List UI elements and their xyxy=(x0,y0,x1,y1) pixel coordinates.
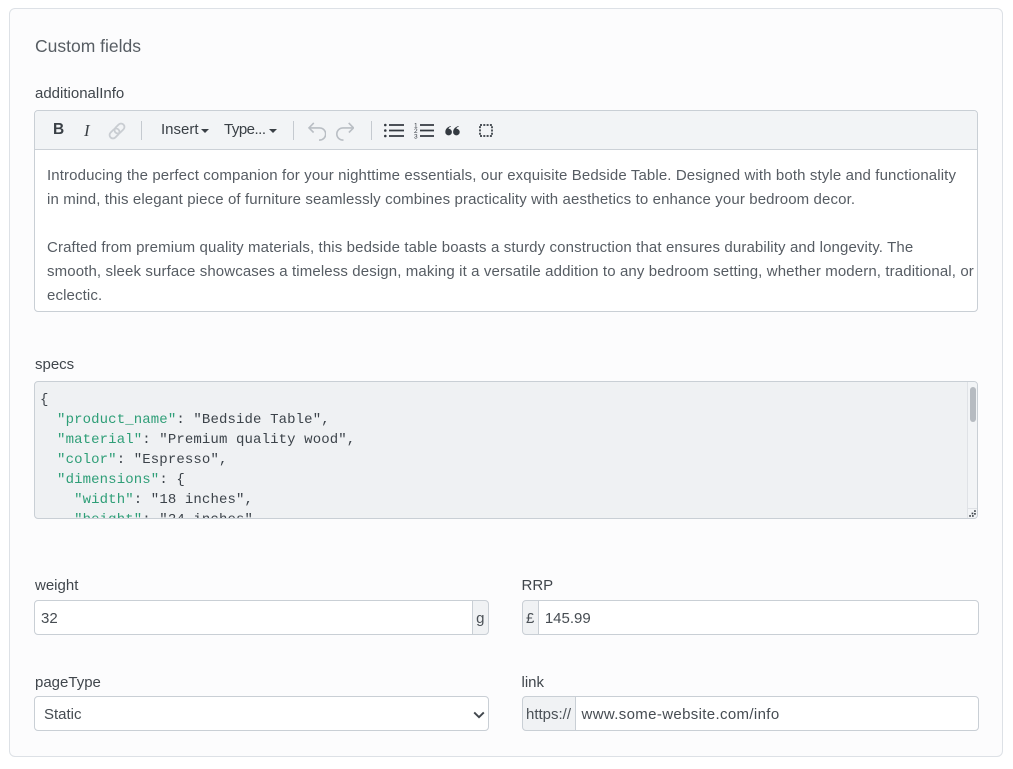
svg-text:3: 3 xyxy=(414,134,418,141)
